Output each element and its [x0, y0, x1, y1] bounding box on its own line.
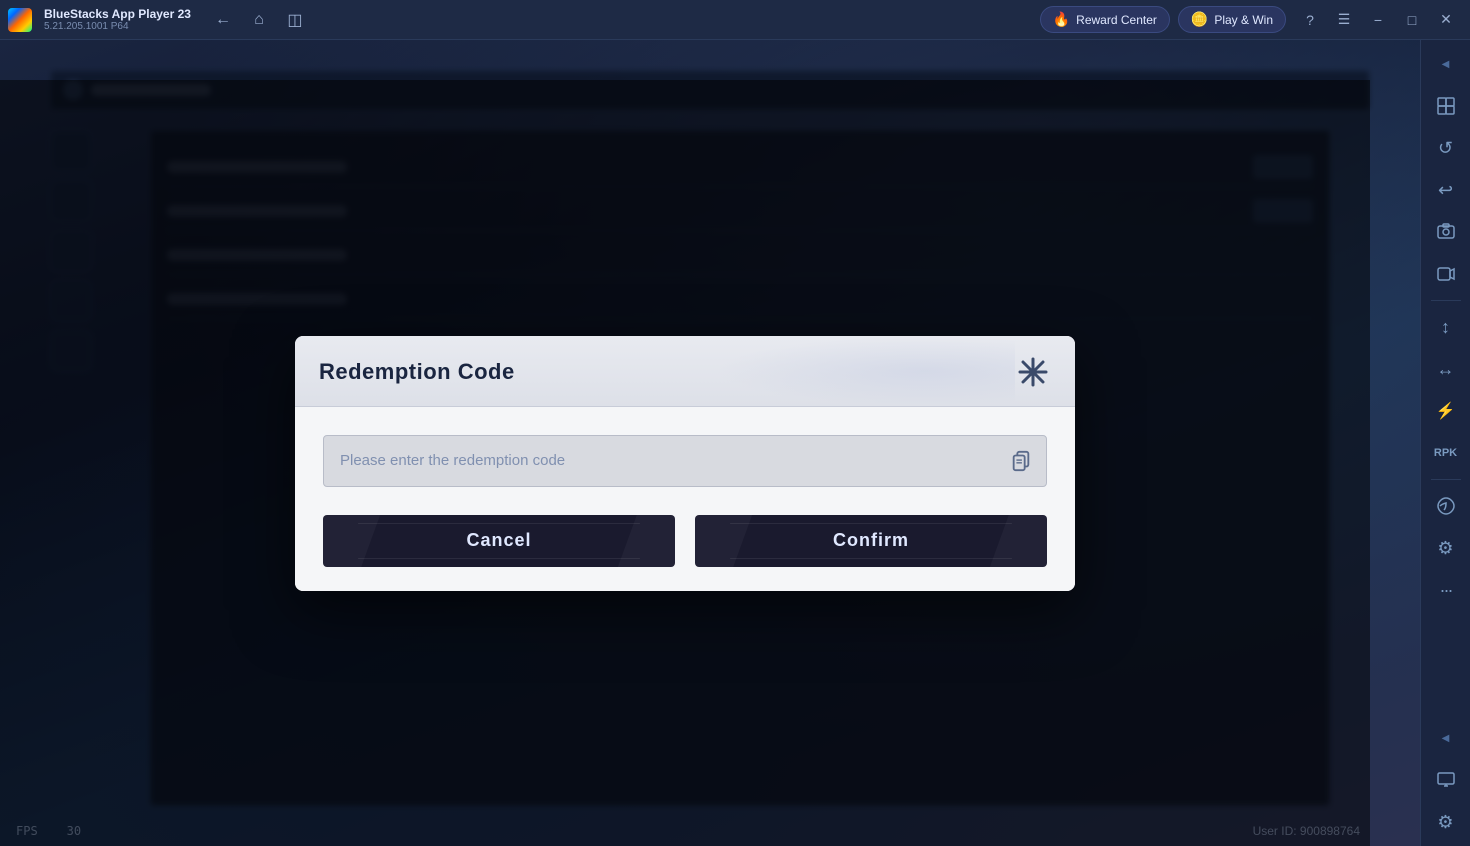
- help-button[interactable]: ?: [1294, 4, 1326, 36]
- sidebar-icon-rpk[interactable]: RPK: [1426, 433, 1466, 473]
- reward-center-label: Reward Center: [1076, 13, 1157, 27]
- sidebar-icon-display[interactable]: [1426, 760, 1466, 800]
- back-button[interactable]: ←: [207, 4, 239, 36]
- play-win-button[interactable]: 🪙 Play & Win: [1178, 6, 1286, 33]
- display-icon: [1436, 770, 1456, 790]
- sidebar-icon-more[interactable]: ···: [1426, 570, 1466, 610]
- sidebar-icon-fullscreen[interactable]: ↔: [1426, 349, 1466, 389]
- nav-buttons: ← ⌂ ◫: [207, 4, 311, 36]
- window-controls: ? ☰ − □ ✕: [1294, 4, 1462, 36]
- code-input-wrapper: [323, 435, 1047, 487]
- dialog-title: Redemption Code: [319, 359, 515, 385]
- clipboard-icon: [1010, 450, 1032, 472]
- app-version: 5.21.205.1001 P64: [44, 21, 191, 32]
- multiinstance-icon: [1436, 96, 1456, 116]
- sidebar-icon-settings2[interactable]: ⚙: [1426, 802, 1466, 842]
- sidebar-icon-refresh[interactable]: ↺: [1426, 128, 1466, 168]
- reward-center-button[interactable]: 🔥 Reward Center: [1040, 6, 1170, 33]
- screenshot-icon: [1436, 222, 1456, 242]
- maximize-button[interactable]: □: [1396, 4, 1428, 36]
- sidebar-icon-undo[interactable]: ↩: [1426, 170, 1466, 210]
- dialog-header: Redemption Code: [295, 336, 1075, 407]
- redemption-dialog: Redemption Code: [295, 336, 1075, 591]
- menu-button[interactable]: ☰: [1328, 4, 1360, 36]
- fire-icon: 🔥: [1053, 11, 1070, 28]
- sidebar-icon-screenshot[interactable]: [1426, 212, 1466, 252]
- sidebar-icon-resize[interactable]: ↕: [1426, 307, 1466, 347]
- minimize-button[interactable]: −: [1362, 4, 1394, 36]
- dialog-body: Cancel Confirm: [295, 407, 1075, 591]
- close-star-icon: [1017, 356, 1049, 388]
- dialog-buttons: Cancel Confirm: [323, 515, 1047, 567]
- titlebar: BlueStacks App Player 23 5.21.205.1001 P…: [0, 0, 1470, 40]
- sidebar-icon-settings[interactable]: ⚙: [1426, 528, 1466, 568]
- eco-icon: [1436, 496, 1456, 516]
- home-button[interactable]: ⌂: [243, 4, 275, 36]
- app-info: BlueStacks App Player 23 5.21.205.1001 P…: [44, 7, 191, 32]
- sidebar-icon-eco[interactable]: [1426, 486, 1466, 526]
- cancel-deco: [323, 515, 675, 567]
- sidebar-icon-collapse2[interactable]: ◀: [1426, 718, 1466, 758]
- dialog-overlay: Redemption Code: [0, 80, 1370, 846]
- sidebar-divider-2: [1431, 479, 1461, 480]
- tabs-button[interactable]: ◫: [279, 4, 311, 36]
- app-name: BlueStacks App Player 23: [44, 7, 191, 21]
- logo-icon: [8, 8, 32, 32]
- sidebar-divider-1: [1431, 300, 1461, 301]
- sidebar-icon-multiinstance[interactable]: [1426, 86, 1466, 126]
- paste-icon[interactable]: [1007, 447, 1035, 475]
- video-icon: [1436, 264, 1456, 284]
- redemption-code-input[interactable]: [323, 435, 1047, 487]
- sidebar-collapse-button[interactable]: ◀: [1426, 44, 1466, 84]
- cancel-button[interactable]: Cancel: [323, 515, 675, 567]
- sidebar-icon-macro[interactable]: ⚡: [1426, 391, 1466, 431]
- confirm-button[interactable]: Confirm: [695, 515, 1047, 567]
- play-win-label: Play & Win: [1214, 13, 1273, 27]
- titlebar-actions: 🔥 Reward Center 🪙 Play & Win ? ☰ − □ ✕: [1040, 4, 1470, 36]
- dialog-close-button[interactable]: [1015, 354, 1051, 390]
- right-sidebar: ◀ ↺ ↩ ↕ ↔ ⚡ RPK ⚙ ··· ◀: [1420, 40, 1470, 846]
- sidebar-icon-video[interactable]: [1426, 254, 1466, 294]
- close-button[interactable]: ✕: [1430, 4, 1462, 36]
- coin-icon: 🪙: [1191, 11, 1208, 28]
- confirm-deco: [695, 515, 1047, 567]
- game-area: FPS 30 User ID: 900898764 Redemption Cod…: [0, 40, 1420, 846]
- app-logo: [0, 0, 40, 40]
